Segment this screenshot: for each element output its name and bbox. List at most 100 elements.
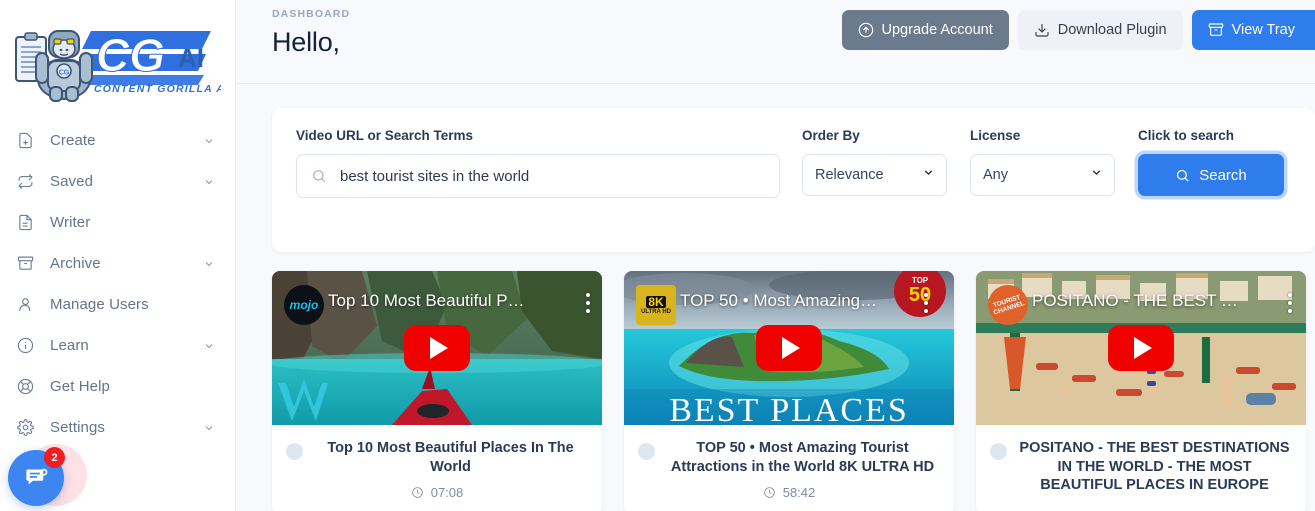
video-duration-text: 58:42 [782,485,816,501]
channel-logo: 8K ULTRA HD [636,285,676,325]
sidebar-item-get-help[interactable]: Get Help [0,366,235,407]
order-by-label: Order By [802,128,860,143]
app-logo[interactable]: CG CG AI CONTENT GORILLA AI [0,0,235,118]
sidebar-item-learn[interactable]: Learn [0,325,235,366]
kebab-menu-icon[interactable] [586,293,590,317]
sidebar-item-label: Archive [50,255,101,272]
thumbnail-overlay-title: TOP 50 • Most Amazing… [680,291,878,310]
channel-logo: TOURIST CHANNEL [988,285,1028,325]
search-panel: Video URL or Search Terms Order By Relev… [272,108,1315,252]
video-results: mojo Top 10 Most Beautiful P… Top 10 Mos… [272,271,1315,511]
search-button-label: Search [1199,166,1247,184]
lifebuoy-icon [14,376,36,398]
kebab-menu-icon[interactable] [924,293,928,317]
chat-badge: 2 [44,447,65,468]
video-meta: Top 10 Most Beautiful Places In The Worl… [272,425,602,510]
video-thumbnail[interactable]: TOURIST CHANNEL POSITANO - THE BEST … [976,271,1306,425]
view-tray-label: View Tray [1231,22,1295,38]
youtube-play-icon[interactable] [404,325,470,371]
upgrade-account-label: Upgrade Account [881,22,993,38]
svg-text:CONTENT GORILLA AI: CONTENT GORILLA AI [94,83,221,95]
video-thumbnail[interactable]: BEST PLACES 8K ULTRA HD TOP 50 TOP 50 • … [624,271,954,425]
video-thumbnail[interactable]: mojo Top 10 Most Beautiful P… [272,271,602,425]
app-root: CG CG AI CONTENT GORILLA AI Create Saved… [0,0,1315,511]
clock-icon [763,487,775,498]
svg-text:AI: AI [178,43,204,73]
page-header: DASHBOARD Hello, Upgrade Account Downloa… [236,0,1315,84]
gear-icon [14,417,36,439]
sidebar-item-label: Saved [50,173,94,190]
search-action-field: Click to search Search [1138,128,1288,196]
sidebar-item-manage-users[interactable]: Manage Users [0,284,235,325]
chevron-down-icon [203,421,217,435]
search-hint-label: Click to search [1138,128,1235,143]
video-title: POSITANO - THE BEST DESTINATIONS IN THE … [1019,440,1290,494]
video-title: Top 10 Most Beautiful Places In The Worl… [327,440,574,475]
file-plus-icon [14,130,36,152]
content-gorilla-logo-icon: CG CG AI CONTENT GORILLA AI [15,29,221,102]
chat-widget[interactable]: 2 [8,444,87,506]
user-icon [14,294,36,316]
chevron-down-icon [203,175,217,189]
license-field: License Any [970,128,1115,196]
svg-text:CG: CG [96,29,165,81]
video-card[interactable]: TOURIST CHANNEL POSITANO - THE BEST … PO… [976,271,1306,511]
thumbnail-overlay-title: Top 10 Most Beautiful P… [328,291,525,310]
thumbnail-overlay-title: POSITANO - THE BEST … [1032,291,1238,310]
chevron-down-icon [203,339,217,353]
download-icon [1035,24,1049,37]
license-select-box[interactable]: Any [970,154,1115,196]
clock-icon [411,487,423,498]
info-circle-icon [14,335,36,357]
video-select-checkbox[interactable] [990,443,1007,460]
license-select[interactable]: Any [983,167,1102,183]
order-by-select-box[interactable]: Relevance [802,154,947,196]
order-by-select[interactable]: Relevance [815,167,934,183]
video-meta: TOP 50 • Most Amazing Tourist Attraction… [624,425,954,510]
kebab-menu-icon[interactable] [1288,293,1292,317]
video-title: TOP 50 • Most Amazing Tourist Attraction… [670,440,935,475]
video-card[interactable]: mojo Top 10 Most Beautiful P… Top 10 Mos… [272,271,602,511]
header-actions: Upgrade Account Download Plugin View Tra… [841,10,1315,50]
sidebar-item-label: Create [50,132,96,149]
sidebar-item-label: Manage Users [50,296,149,313]
upgrade-account-button[interactable]: Upgrade Account [841,10,1009,50]
search-icon [1177,169,1189,182]
search-input[interactable] [340,167,765,185]
archive-icon [14,253,36,275]
view-tray-button[interactable]: View Tray [1191,10,1315,50]
video-meta: POSITANO - THE BEST DESTINATIONS IN THE … [976,425,1306,511]
arrow-up-circle-icon [858,22,873,38]
search-icon [313,170,326,183]
archive-icon [1208,23,1223,36]
sidebar-item-label: Get Help [50,378,110,395]
video-duration-text: 07:08 [430,485,464,501]
video-select-checkbox[interactable] [286,443,303,460]
order-by-field: Order By Relevance [802,128,947,196]
channel-logo: mojo [284,285,324,325]
chevron-down-icon [203,257,217,271]
search-query-label: Video URL or Search Terms [296,128,474,143]
video-card[interactable]: BEST PLACES 8K ULTRA HD TOP 50 TOP 50 • … [624,271,954,511]
youtube-play-icon[interactable] [1108,325,1174,371]
download-plugin-button[interactable]: Download Plugin [1017,10,1183,50]
sidebar-item-label: Learn [50,337,89,354]
svg-text:BEST PLACES: BEST PLACES [669,392,909,425]
sidebar: CG CG AI CONTENT GORILLA AI Create Saved… [0,0,236,511]
sidebar-item-archive[interactable]: Archive [0,243,235,284]
license-label: License [970,128,1021,143]
sidebar-item-writer[interactable]: Writer [0,202,235,243]
video-select-checkbox[interactable] [638,443,655,460]
youtube-play-icon[interactable] [756,325,822,371]
sidebar-item-saved[interactable]: Saved [0,161,235,202]
search-query-field: Video URL or Search Terms [296,128,780,198]
svg-text:CG: CG [59,70,70,77]
file-text-icon [14,212,36,234]
search-input-box[interactable] [296,154,780,198]
video-duration: 07:08 [286,485,588,500]
sidebar-item-create[interactable]: Create [0,120,235,161]
search-button[interactable]: Search [1138,154,1284,196]
sidebar-item-label: Settings [50,419,105,436]
sidebar-nav: Create Saved Writer Archive Manage Users… [0,118,235,448]
sidebar-item-settings[interactable]: Settings [0,407,235,448]
